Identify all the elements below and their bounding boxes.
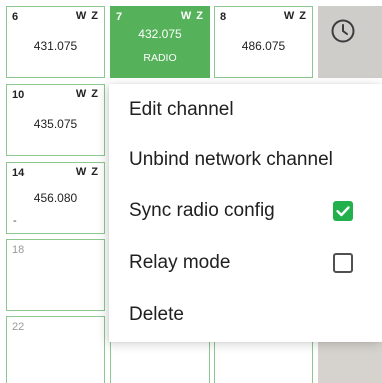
channel-number: 14 [12, 167, 25, 179]
clock-icon[interactable] [330, 18, 356, 44]
channel-cell-14[interactable]: 14 W Z 456.080 - [6, 162, 105, 234]
menu-item-label: Edit channel [129, 99, 234, 120]
menu-item-relay-mode[interactable]: Relay mode [109, 237, 382, 289]
sync-radio-config-checkbox[interactable] [333, 201, 353, 221]
wz-indicator: W Z [180, 10, 204, 22]
wz-indicator: W Z [283, 10, 307, 22]
wz-indicator: W Z [75, 166, 99, 178]
menu-item-label: Relay mode [129, 252, 231, 273]
side-panel [318, 6, 382, 78]
channel-cell-22[interactable]: 22 [6, 316, 105, 383]
channel-number: 8 [220, 11, 227, 23]
channel-cell-7-selected[interactable]: 7 W Z 432.075 RADIO [110, 6, 210, 78]
channel-frequency: 435.075 [33, 117, 78, 131]
channel-placeholder-dash: - [13, 215, 17, 227]
channel-number: 6 [12, 11, 19, 23]
checkmark-icon [336, 206, 350, 217]
channel-type-label: RADIO [143, 52, 177, 64]
channel-number: 10 [12, 89, 25, 101]
relay-mode-checkbox[interactable] [333, 253, 353, 273]
channel-frequency: 456.080 [33, 191, 78, 205]
channel-cell-10[interactable]: 10 W Z 435.075 [6, 84, 105, 156]
channel-cell-18[interactable]: 18 [6, 239, 105, 311]
menu-item-label: Sync radio config [129, 200, 275, 221]
channel-frequency: 432.075 [138, 27, 182, 41]
channel-number: 7 [116, 11, 123, 23]
menu-item-unbind-network-channel[interactable]: Unbind network channel [109, 134, 382, 186]
menu-item-label: Delete [129, 304, 184, 325]
channel-frequency: 486.075 [241, 39, 286, 53]
menu-item-delete[interactable]: Delete [109, 289, 382, 341]
wz-indicator: W Z [75, 88, 99, 100]
channel-number: 18 [12, 244, 25, 256]
screen: 6 W Z 431.075 7 W Z 432.075 RADIO 8 W Z … [0, 0, 382, 383]
menu-item-label: Unbind network channel [129, 149, 333, 170]
context-menu: Edit channel Unbind network channel Sync… [109, 84, 382, 342]
channel-cell-8[interactable]: 8 W Z 486.075 [214, 6, 313, 78]
channel-cell-6[interactable]: 6 W Z 431.075 [6, 6, 105, 78]
menu-item-sync-radio-config[interactable]: Sync radio config [109, 185, 382, 237]
channel-frequency: 431.075 [33, 39, 78, 53]
channel-number: 22 [12, 321, 25, 333]
wz-indicator: W Z [75, 10, 99, 22]
menu-item-edit-channel[interactable]: Edit channel [109, 84, 382, 136]
